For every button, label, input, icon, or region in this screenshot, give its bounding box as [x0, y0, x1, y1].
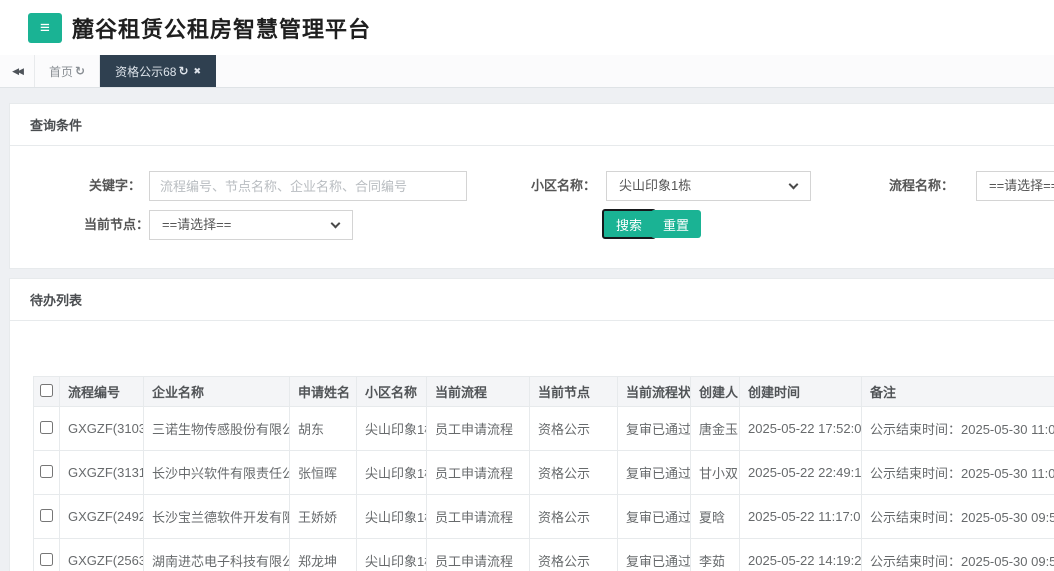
row-checkbox[interactable] [40, 508, 53, 522]
col-community-name: 小区名称 [356, 376, 427, 407]
double-chevron-left-icon: ◀◀ [12, 65, 24, 76]
cell-create-time: 2025-05-22 14:19:24 [739, 538, 862, 571]
table-row: GXGZF(31319) 长沙中兴软件有限责任公司 张恒晖 尖山印象1栋 员工申… [33, 450, 1054, 495]
col-process-status: 当前流程状态 [617, 376, 691, 407]
cell-community-name: 尖山印象1栋 [356, 494, 427, 539]
cell-current-node: 资格公示 [529, 450, 618, 495]
table-row: GXGZF(25636) 湖南进芯电子科技有限公司 郑龙坤 尖山印象1栋 员工申… [33, 538, 1054, 571]
cell-applicant-name: 王娇娇 [289, 494, 357, 539]
cell-creator: 李茹 [690, 538, 740, 571]
process-name-label: 流程名称： [888, 178, 954, 193]
cell-process-id: GXGZF(25636) [59, 538, 144, 571]
refresh-icon[interactable]: ↻ [75, 64, 85, 78]
cell-current-process: 员工申请流程 [426, 406, 530, 451]
hamburger-icon: ≡ [40, 17, 50, 37]
col-current-process: 当前流程 [426, 376, 530, 407]
todo-panel-title: 待办列表 [10, 279, 1054, 321]
tab-qualification-label: 资格公示68 [115, 64, 177, 79]
cell-process-id: GXGZF(31319) [59, 450, 144, 495]
search-panel: 查询条件 关键字： 小区名称： 尖山印象1栋 流程名称： ==请选择== 当前节… [9, 103, 1054, 269]
current-node-select-value: ==请选择== [162, 217, 232, 232]
col-company-name: 企业名称 [143, 376, 290, 407]
row-checkbox[interactable] [40, 464, 53, 478]
cell-remark: 公示结束时间：2025-05-30 09:56:46 [861, 494, 1054, 539]
close-icon[interactable]: ✖ [194, 66, 202, 77]
tab-qualification-publicity[interactable]: 资格公示68 ↻ ✖ [100, 55, 217, 87]
cell-applicant-name: 郑龙坤 [289, 538, 357, 571]
cell-creator: 甘小双 [690, 450, 740, 495]
table-header-row: 流程编号 企业名称 申请姓名 小区名称 当前流程 当前节点 当前流程状态 创建人… [33, 376, 1054, 407]
cell-process-status: 复审已通过 [617, 450, 691, 495]
cell-process-status: 复审已通过 [617, 406, 691, 451]
cell-current-node: 资格公示 [529, 538, 618, 571]
table-row: GXGZF(24923) 长沙宝兰德软件开发有限公司 王娇娇 尖山印象1栋 员工… [33, 494, 1054, 539]
reset-button[interactable]: 重置 [651, 210, 702, 238]
search-button[interactable]: 搜索 [602, 209, 657, 239]
row-checkbox[interactable] [40, 552, 53, 566]
cell-company-name: 长沙宝兰德软件开发有限公司 [143, 494, 290, 539]
cell-create-time: 2025-05-22 22:49:17 [739, 450, 862, 495]
cell-company-name: 长沙中兴软件有限责任公司 [143, 450, 290, 495]
current-node-label: 当前节点： [83, 217, 149, 232]
chevron-down-icon [330, 218, 341, 229]
cell-process-id: GXGZF(24923) [59, 494, 144, 539]
cell-applicant-name: 胡东 [289, 406, 357, 451]
community-label: 小区名称： [530, 178, 596, 193]
col-creator: 创建人 [690, 376, 740, 407]
col-process-id: 流程编号 [59, 376, 144, 407]
col-create-time: 创建时间 [739, 376, 862, 407]
keyword-label: 关键字： [88, 178, 141, 193]
todo-table-wrap: 流程编号 企业名称 申请姓名 小区名称 当前流程 当前节点 当前流程状态 创建人… [10, 321, 1054, 571]
row-checkbox[interactable] [40, 420, 53, 434]
collapse-tabs-button[interactable]: ◀◀ [0, 55, 34, 87]
tab-bar: ◀◀ 首页 ↻ 资格公示68 ↻ ✖ [0, 55, 1054, 88]
cell-process-id: GXGZF(31035) [59, 406, 144, 451]
search-panel-title: 查询条件 [10, 104, 1054, 146]
cell-remark: 公示结束时间：2025-05-30 11:06:01 [861, 450, 1054, 495]
chevron-down-icon [788, 179, 799, 190]
cell-process-status: 复审已通过 [617, 494, 691, 539]
cell-remark: 公示结束时间：2025-05-30 09:56:39 [861, 538, 1054, 571]
app-header: ≡ 麓谷租赁公租房智慧管理平台 [0, 0, 1054, 55]
keyword-input[interactable] [149, 171, 467, 201]
col-applicant-name: 申请姓名 [289, 376, 357, 407]
cell-company-name: 湖南进芯电子科技有限公司 [143, 538, 290, 571]
cell-creator: 夏晗 [690, 494, 740, 539]
table-row: GXGZF(31035) 三诺生物传感股份有限公司 胡东 尖山印象1栋 员工申请… [33, 406, 1054, 451]
cell-community-name: 尖山印象1栋 [356, 538, 427, 571]
cell-remark: 公示结束时间：2025-05-30 11:06:08 [861, 406, 1054, 451]
tab-home[interactable]: 首页 ↻ [34, 55, 101, 87]
community-select-value: 尖山印象1栋 [619, 178, 692, 193]
tab-home-label: 首页 [49, 64, 74, 79]
cell-create-time: 2025-05-22 17:52:06 [739, 406, 862, 451]
menu-button[interactable]: ≡ [28, 12, 62, 43]
col-remark: 备注 [861, 376, 1054, 407]
select-all-checkbox[interactable] [40, 383, 53, 397]
current-node-select[interactable]: ==请选择== [149, 210, 353, 240]
cell-current-process: 员工申请流程 [426, 538, 530, 571]
cell-creator: 唐金玉 [690, 406, 740, 451]
todo-table: 流程编号 企业名称 申请姓名 小区名称 当前流程 当前节点 当前流程状态 创建人… [33, 376, 1054, 571]
cell-current-node: 资格公示 [529, 406, 618, 451]
process-name-select[interactable]: ==请选择== [976, 171, 1054, 201]
todo-panel: 待办列表 流程编号 企业名称 申请姓名 小区名称 当前流程 当前节点 当前流程状… [9, 278, 1054, 571]
community-select[interactable]: 尖山印象1栋 [606, 171, 811, 201]
cell-applicant-name: 张恒晖 [289, 450, 357, 495]
cell-current-process: 员工申请流程 [426, 450, 530, 495]
cell-create-time: 2025-05-22 11:17:09 [739, 494, 862, 539]
search-form: 关键字： 小区名称： 尖山印象1栋 流程名称： ==请选择== 当前节点： ==… [10, 146, 1054, 268]
cell-current-process: 员工申请流程 [426, 494, 530, 539]
cell-process-status: 复审已通过 [617, 538, 691, 571]
refresh-icon[interactable]: ↻ [178, 64, 188, 78]
process-name-select-value: ==请选择== [989, 178, 1054, 193]
app-title: 麓谷租赁公租房智慧管理平台 [72, 16, 372, 42]
cell-current-node: 资格公示 [529, 494, 618, 539]
cell-community-name: 尖山印象1栋 [356, 406, 427, 451]
cell-community-name: 尖山印象1栋 [356, 450, 427, 495]
cell-company-name: 三诺生物传感股份有限公司 [143, 406, 290, 451]
col-current-node: 当前节点 [529, 376, 618, 407]
